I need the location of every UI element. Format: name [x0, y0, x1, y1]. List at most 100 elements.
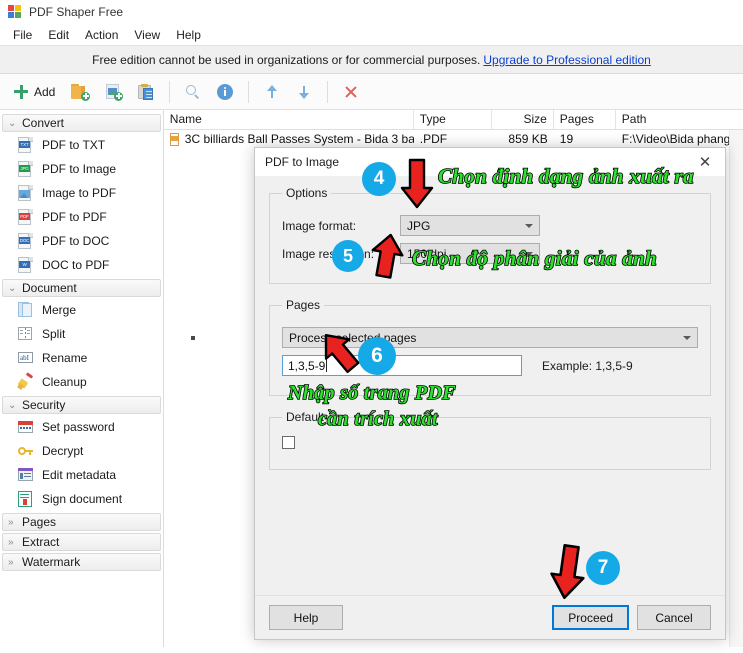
sidebar-item-edit-metadata[interactable]: Edit metadata: [0, 463, 163, 487]
toolbar-separator: [248, 80, 250, 103]
menu-item-help[interactable]: Help: [168, 26, 209, 44]
sidebar-group-extract[interactable]: » Extract: [2, 533, 161, 551]
page-range-input[interactable]: 1,3,5-9: [282, 355, 522, 376]
image-document-add-icon: [105, 83, 124, 101]
help-button[interactable]: Help: [269, 605, 343, 630]
column-header-name[interactable]: Name: [164, 110, 414, 129]
text-cursor-artifact: [191, 336, 195, 340]
pdf-to-pdf-icon: PDF: [18, 209, 33, 225]
sidebar-item-decrypt[interactable]: Decrypt: [0, 439, 163, 463]
add-folder-button[interactable]: [64, 77, 96, 107]
sidebar-item-rename[interactable]: abI Rename: [0, 346, 163, 370]
table-row[interactable]: 3C billiards Ball Passes System - Bida 3…: [164, 130, 743, 148]
move-down-button[interactable]: [289, 77, 319, 107]
sidebar-item-pdf-to-image[interactable]: JPG PDF to Image: [0, 157, 163, 181]
add-button[interactable]: Add: [6, 77, 62, 107]
key-icon: [18, 443, 33, 459]
chevron-right-icon: »: [8, 556, 14, 568]
chevron-down-icon: [525, 223, 533, 228]
default-checkbox-row: [282, 436, 698, 449]
cell-path: F:\Video\Bida phang_: [621, 132, 737, 146]
chevron-down-icon: ⌄: [8, 399, 17, 411]
sidebar-group-label: Security: [22, 398, 66, 412]
image-format-label: Image format:: [282, 218, 357, 233]
options-legend: Options: [286, 186, 328, 200]
pages-legend: Pages: [286, 298, 321, 312]
sidebar-item-pdf-to-pdf[interactable]: PDF PDF to PDF: [0, 205, 163, 229]
sidebar-item-sign-document[interactable]: Sign document: [0, 487, 163, 511]
chevron-right-icon: »: [8, 536, 14, 548]
sidebar-item-label: Set password: [42, 420, 115, 434]
cancel-button[interactable]: Cancel: [637, 605, 711, 630]
sidebar-group-label: Pages: [22, 515, 57, 529]
merge-icon: [18, 302, 33, 318]
file-list-header: Name Type Size Pages Path: [163, 110, 743, 130]
sidebar-item-label: Decrypt: [42, 444, 84, 458]
dialog-footer: Help Proceed Cancel: [255, 595, 725, 639]
search-button[interactable]: [178, 77, 208, 107]
pdf-to-txt-icon: TXT: [18, 137, 33, 153]
sidebar-item-doc-to-pdf[interactable]: W DOC to PDF: [0, 253, 163, 277]
menu-item-view[interactable]: View: [126, 26, 168, 44]
menu-bar: File Edit Action View Help: [0, 24, 743, 46]
chevron-down-icon: ⌄: [8, 282, 17, 294]
column-header-size[interactable]: Size: [492, 110, 554, 129]
sidebar-item-set-password[interactable]: Set password: [0, 415, 163, 439]
red-arrow-down-format: [400, 158, 434, 209]
sidebar-item-label: Sign document: [42, 492, 123, 506]
toolbar-separator: [327, 80, 329, 103]
sidebar-item-cleanup[interactable]: Cleanup: [0, 370, 163, 394]
menu-item-edit[interactable]: Edit: [40, 26, 77, 44]
red-arrow-up-resolution: [371, 233, 404, 279]
proceed-button[interactable]: Proceed: [552, 605, 629, 630]
add-button-label: Add: [34, 84, 56, 99]
paste-button[interactable]: [131, 77, 161, 107]
menu-item-file[interactable]: File: [5, 26, 40, 44]
move-up-button[interactable]: [257, 77, 287, 107]
sidebar-item-label: DOC to PDF: [42, 258, 110, 272]
sidebar-item-image-to-pdf[interactable]: Image to PDF: [0, 181, 163, 205]
sidebar-item-merge[interactable]: Merge: [0, 298, 163, 322]
sidebar-group-label: Convert: [22, 116, 65, 130]
file-list-scrollbar[interactable]: [729, 130, 743, 647]
remove-button[interactable]: [336, 77, 366, 107]
sidebar-group-label: Watermark: [22, 555, 81, 569]
folder-add-icon: [71, 83, 91, 101]
toolbar: Add: [0, 74, 743, 110]
upgrade-link[interactable]: Upgrade to Professional edition: [483, 53, 650, 67]
chevron-right-icon: »: [8, 516, 14, 528]
column-header-path[interactable]: Path: [616, 110, 743, 129]
image-format-row: Image format: JPG: [282, 215, 698, 236]
sidebar-item-label: Image to PDF: [42, 186, 117, 200]
sidebar-group-convert[interactable]: ⌄ Convert: [2, 114, 161, 132]
sidebar-item-label: Rename: [42, 351, 88, 365]
pdf-to-doc-icon: DOC: [18, 233, 33, 249]
cell-name: 3C billiards Ball Passes System - Bida 3…: [164, 132, 414, 146]
step-badge-4: 4: [362, 162, 396, 196]
sidebar-item-split[interactable]: Split: [0, 322, 163, 346]
column-header-type[interactable]: Type: [414, 110, 492, 129]
image-format-value: JPG: [407, 218, 431, 233]
sidebar-group-watermark[interactable]: » Watermark: [2, 553, 161, 571]
info-icon: [217, 83, 234, 100]
column-header-pages[interactable]: Pages: [554, 110, 616, 129]
sidebar-group-security[interactable]: ⌄ Security: [2, 396, 161, 414]
cell-pages: 19: [559, 132, 574, 146]
sidebar-item-pdf-to-txt[interactable]: TXT PDF to TXT: [0, 133, 163, 157]
default-checkbox[interactable]: [282, 436, 295, 449]
rename-icon: abI: [18, 350, 33, 366]
sidebar-item-pdf-to-doc[interactable]: DOC PDF to DOC: [0, 229, 163, 253]
cell-type: .PDF: [419, 132, 448, 146]
sidebar-group-pages[interactable]: » Pages: [2, 513, 161, 531]
sidebar-group-document[interactable]: ⌄ Document: [2, 279, 161, 297]
image-format-select[interactable]: JPG: [400, 215, 540, 236]
menu-item-action[interactable]: Action: [77, 26, 126, 44]
cell-size: 859 KB: [508, 132, 548, 146]
step-6-annotation-line2: cần trích xuất: [317, 407, 438, 431]
notice-text: Free edition cannot be used in organizat…: [92, 52, 481, 67]
info-button[interactable]: [210, 77, 240, 107]
add-image-button[interactable]: [98, 77, 129, 107]
sidebar-item-label: PDF to TXT: [42, 138, 106, 152]
step-5-annotation-text: Chọn độ phân giải của ảnh: [411, 245, 658, 271]
sidebar-group-label: Extract: [22, 535, 60, 549]
